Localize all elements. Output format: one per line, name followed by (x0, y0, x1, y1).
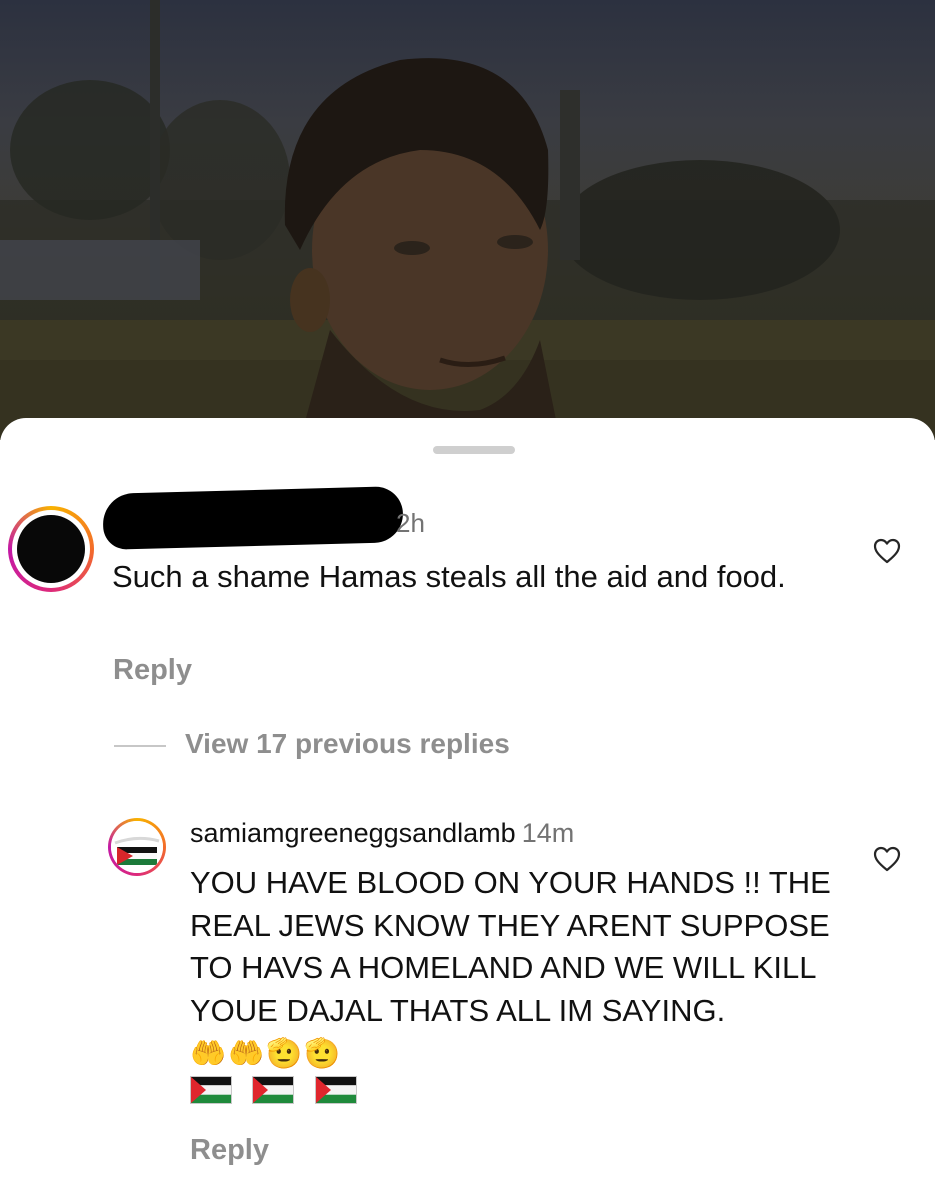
video-frame-image (0, 0, 935, 440)
reply-button[interactable]: Reply (113, 654, 192, 687)
palestine-flag-icon (190, 1076, 232, 1104)
palestine-flag-icon (252, 1076, 295, 1104)
comments-sheet: 2h Such a shame Hamas steals all the aid… (0, 418, 935, 1200)
comment-header: samiamgreeneggsandlamb 14m (190, 818, 574, 849)
replies-divider (114, 745, 166, 747)
flag-emoji-row (190, 1076, 373, 1104)
avatar-image (111, 821, 163, 873)
sheet-grabber-handle[interactable] (433, 446, 515, 454)
palestine-flag-avatar-icon (111, 821, 163, 873)
comment-body: YOU HAVE BLOOD ON YOUR HANDS !! THE REAL… (190, 865, 831, 1028)
comment-emojis: 🤲🤲🫡🫡 (190, 1038, 343, 1070)
username-redaction (102, 486, 404, 550)
heart-outline-icon[interactable] (873, 538, 901, 564)
video-frame[interactable] (0, 0, 935, 440)
avatar[interactable] (108, 818, 166, 876)
username[interactable]: samiamgreeneggsandlamb (190, 818, 516, 848)
comment-timestamp: 2h (396, 508, 425, 538)
avatar-image-redacted (17, 515, 85, 583)
comment-timestamp: 14m (521, 818, 575, 848)
comment-text: YOU HAVE BLOOD ON YOUR HANDS !! THE REAL… (190, 862, 850, 1076)
reply-button[interactable]: Reply (190, 1134, 269, 1167)
avatar[interactable] (8, 506, 94, 592)
view-previous-replies-button[interactable]: View 17 previous replies (185, 728, 510, 760)
comment-text: Such a shame Hamas steals all the aid an… (112, 559, 786, 594)
palestine-flag-icon (314, 1076, 357, 1104)
heart-outline-icon[interactable] (873, 846, 901, 872)
